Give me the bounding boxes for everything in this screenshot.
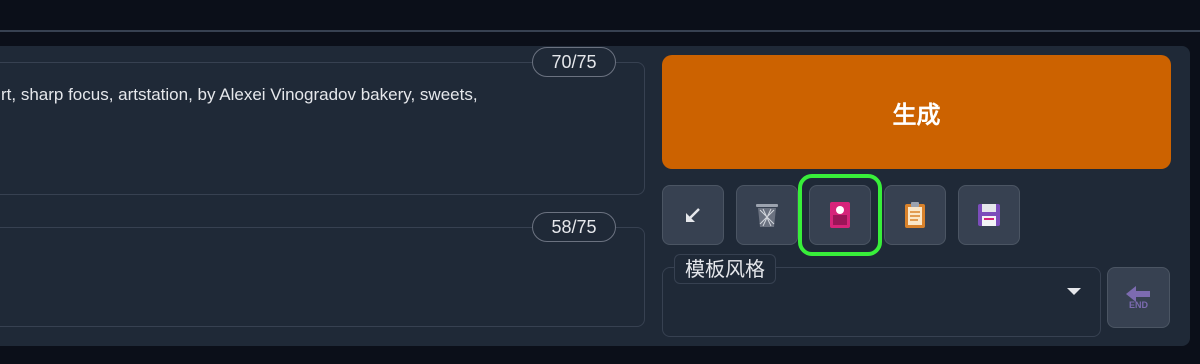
negative-prompt-textarea[interactable]	[0, 227, 645, 327]
chevron-down-icon[interactable]	[1067, 288, 1081, 295]
end-label: END	[1128, 299, 1148, 310]
styles-label: 模板风格	[674, 254, 776, 284]
save-icon	[978, 204, 1000, 226]
arrow-down-left-icon	[686, 208, 700, 222]
save-style-button[interactable]	[958, 185, 1020, 245]
clear-prompt-button[interactable]	[736, 185, 798, 245]
clipboard-icon	[905, 202, 925, 228]
negative-token-counter: 58/75	[532, 212, 616, 242]
highlight-ring	[798, 174, 882, 256]
positive-token-counter: 70/75	[532, 47, 616, 77]
read-params-button[interactable]	[662, 185, 724, 245]
trash-icon	[756, 204, 778, 227]
positive-prompt-textarea[interactable]: rt, sharp focus, artstation, by Alexei V…	[0, 62, 645, 195]
top-divider	[0, 30, 1200, 32]
apply-styles-button[interactable]	[884, 185, 946, 245]
end-button[interactable]: END	[1107, 267, 1170, 328]
positive-prompt-text: rt, sharp focus, artstation, by Alexei V…	[1, 85, 478, 104]
generate-button[interactable]: 生成	[662, 55, 1171, 169]
